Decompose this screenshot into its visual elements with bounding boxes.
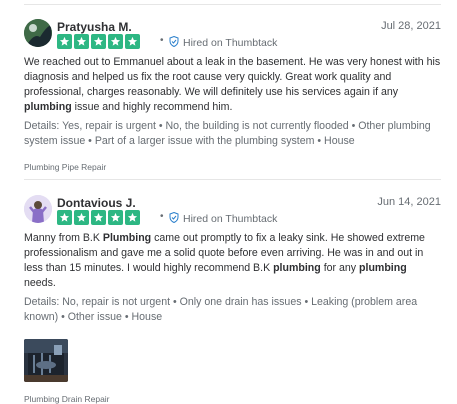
service-tag: Plumbing Drain Repair bbox=[24, 394, 110, 404]
reviewer-avatar bbox=[24, 195, 52, 223]
review-text: Manny from B.K bbox=[24, 232, 103, 244]
separator-dot: • bbox=[160, 35, 164, 46]
star-icon bbox=[108, 34, 123, 49]
highlighted-keyword: plumbing bbox=[24, 101, 72, 113]
review-photo[interactable] bbox=[24, 339, 68, 382]
star-icon bbox=[125, 210, 140, 225]
review-text: needs. bbox=[24, 277, 56, 289]
review-header: Dontavious J. Jun 14, 2021 • Hired on Th… bbox=[24, 195, 441, 231]
star-icon bbox=[74, 210, 89, 225]
review-divider bbox=[24, 179, 441, 180]
shield-check-icon bbox=[169, 211, 179, 226]
reviewer-name: Dontavious J. bbox=[57, 196, 136, 210]
hired-label: Hired on Thumbtack bbox=[183, 213, 278, 225]
review-text: issue and highly recommend him. bbox=[71, 101, 233, 113]
star-icon bbox=[125, 34, 140, 49]
star-icon bbox=[57, 210, 72, 225]
review-date: Jun 14, 2021 bbox=[377, 196, 441, 208]
review-text: for any bbox=[320, 262, 360, 274]
star-icon bbox=[91, 34, 106, 49]
highlighted-keyword: plumbing bbox=[359, 262, 407, 274]
hired-label: Hired on Thumbtack bbox=[183, 37, 278, 49]
review-card-2: Dontavious J. Jun 14, 2021 • Hired on Th… bbox=[24, 195, 441, 404]
highlighted-keyword: plumbing bbox=[273, 262, 321, 274]
review-body: Manny from B.K Plumbing came out promptl… bbox=[24, 231, 441, 291]
star-icon bbox=[74, 34, 89, 49]
shield-check-icon bbox=[169, 35, 179, 50]
review-details: Details: No, repair is not urgent • Only… bbox=[24, 296, 418, 323]
star-rating bbox=[57, 210, 140, 225]
reviewer-name: Pratyusha M. bbox=[57, 20, 132, 34]
service-tag: Plumbing Pipe Repair bbox=[24, 162, 107, 172]
review-details: Details: Yes, repair is urgent • No, the… bbox=[24, 120, 431, 147]
review-body: We reached out to Emmanuel about a leak … bbox=[24, 55, 441, 115]
review-date: Jul 28, 2021 bbox=[381, 20, 441, 32]
star-icon bbox=[57, 34, 72, 49]
star-icon bbox=[108, 210, 123, 225]
review-text: We reached out to Emmanuel about a leak … bbox=[24, 56, 441, 98]
star-rating bbox=[57, 34, 140, 49]
star-icon bbox=[91, 210, 106, 225]
separator-dot: • bbox=[160, 211, 164, 222]
highlighted-keyword: Plumbing bbox=[102, 232, 152, 244]
top-divider bbox=[24, 4, 441, 5]
review-card-1: Pratyusha M. Jul 28, 2021 • Hired on Thu… bbox=[24, 19, 441, 172]
hired-badge: Hired on Thumbtack bbox=[169, 211, 278, 226]
hired-badge: Hired on Thumbtack bbox=[169, 35, 278, 50]
review-header: Pratyusha M. Jul 28, 2021 • Hired on Thu… bbox=[24, 19, 441, 55]
reviewer-avatar bbox=[24, 19, 52, 47]
